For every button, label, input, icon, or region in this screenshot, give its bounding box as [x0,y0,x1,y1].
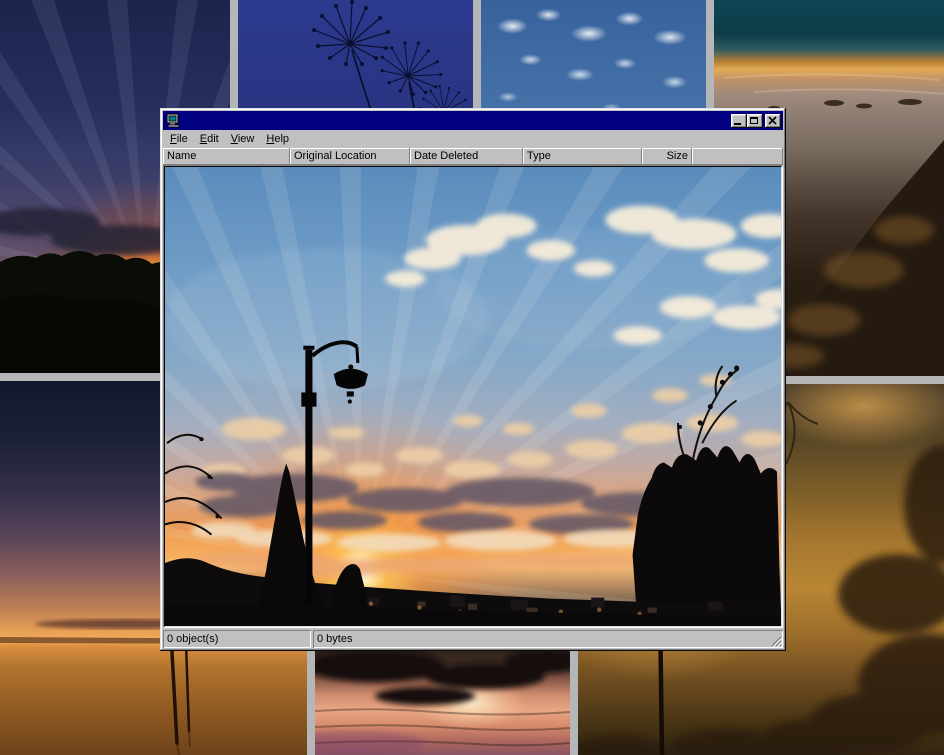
title-bar[interactable] [163,111,783,130]
menu-help[interactable]: Help [260,131,295,148]
column-header-size[interactable]: Size [642,148,692,165]
column-header-type[interactable]: Type [523,148,642,165]
menu-bar: File Edit View Help [163,130,783,148]
column-header-filler [692,148,783,165]
close-button[interactable] [765,114,781,128]
sunset-lamp-photo [165,167,781,626]
status-object-count: 0 object(s) [163,630,311,648]
computer-icon [166,113,181,128]
resize-grip-icon[interactable] [770,635,782,647]
window-controls [731,114,781,128]
menu-view[interactable]: View [225,131,261,148]
status-size-text: 0 bytes [317,633,352,645]
column-header-date-deleted[interactable]: Date Deleted [410,148,523,165]
desktop: File Edit View Help Name Original Locati… [0,0,944,755]
column-header-name[interactable]: Name [163,148,290,165]
menu-edit[interactable]: Edit [194,131,225,148]
list-view-area[interactable] [163,165,783,628]
close-icon [768,116,777,125]
sunset-lamp-art [165,167,781,626]
minimize-icon [734,123,741,125]
column-header-original-location[interactable]: Original Location [290,148,410,165]
status-bar: 0 object(s) 0 bytes [163,630,783,648]
maximize-button[interactable] [747,114,763,128]
menu-file[interactable]: File [164,131,194,148]
status-size: 0 bytes [313,630,783,648]
minimize-button[interactable] [731,114,747,128]
list-view-inner [164,166,782,627]
column-header-row: Name Original Location Date Deleted Type… [163,148,783,165]
maximize-icon [750,117,758,124]
recycle-bin-window: File Edit View Help Name Original Locati… [160,108,786,651]
